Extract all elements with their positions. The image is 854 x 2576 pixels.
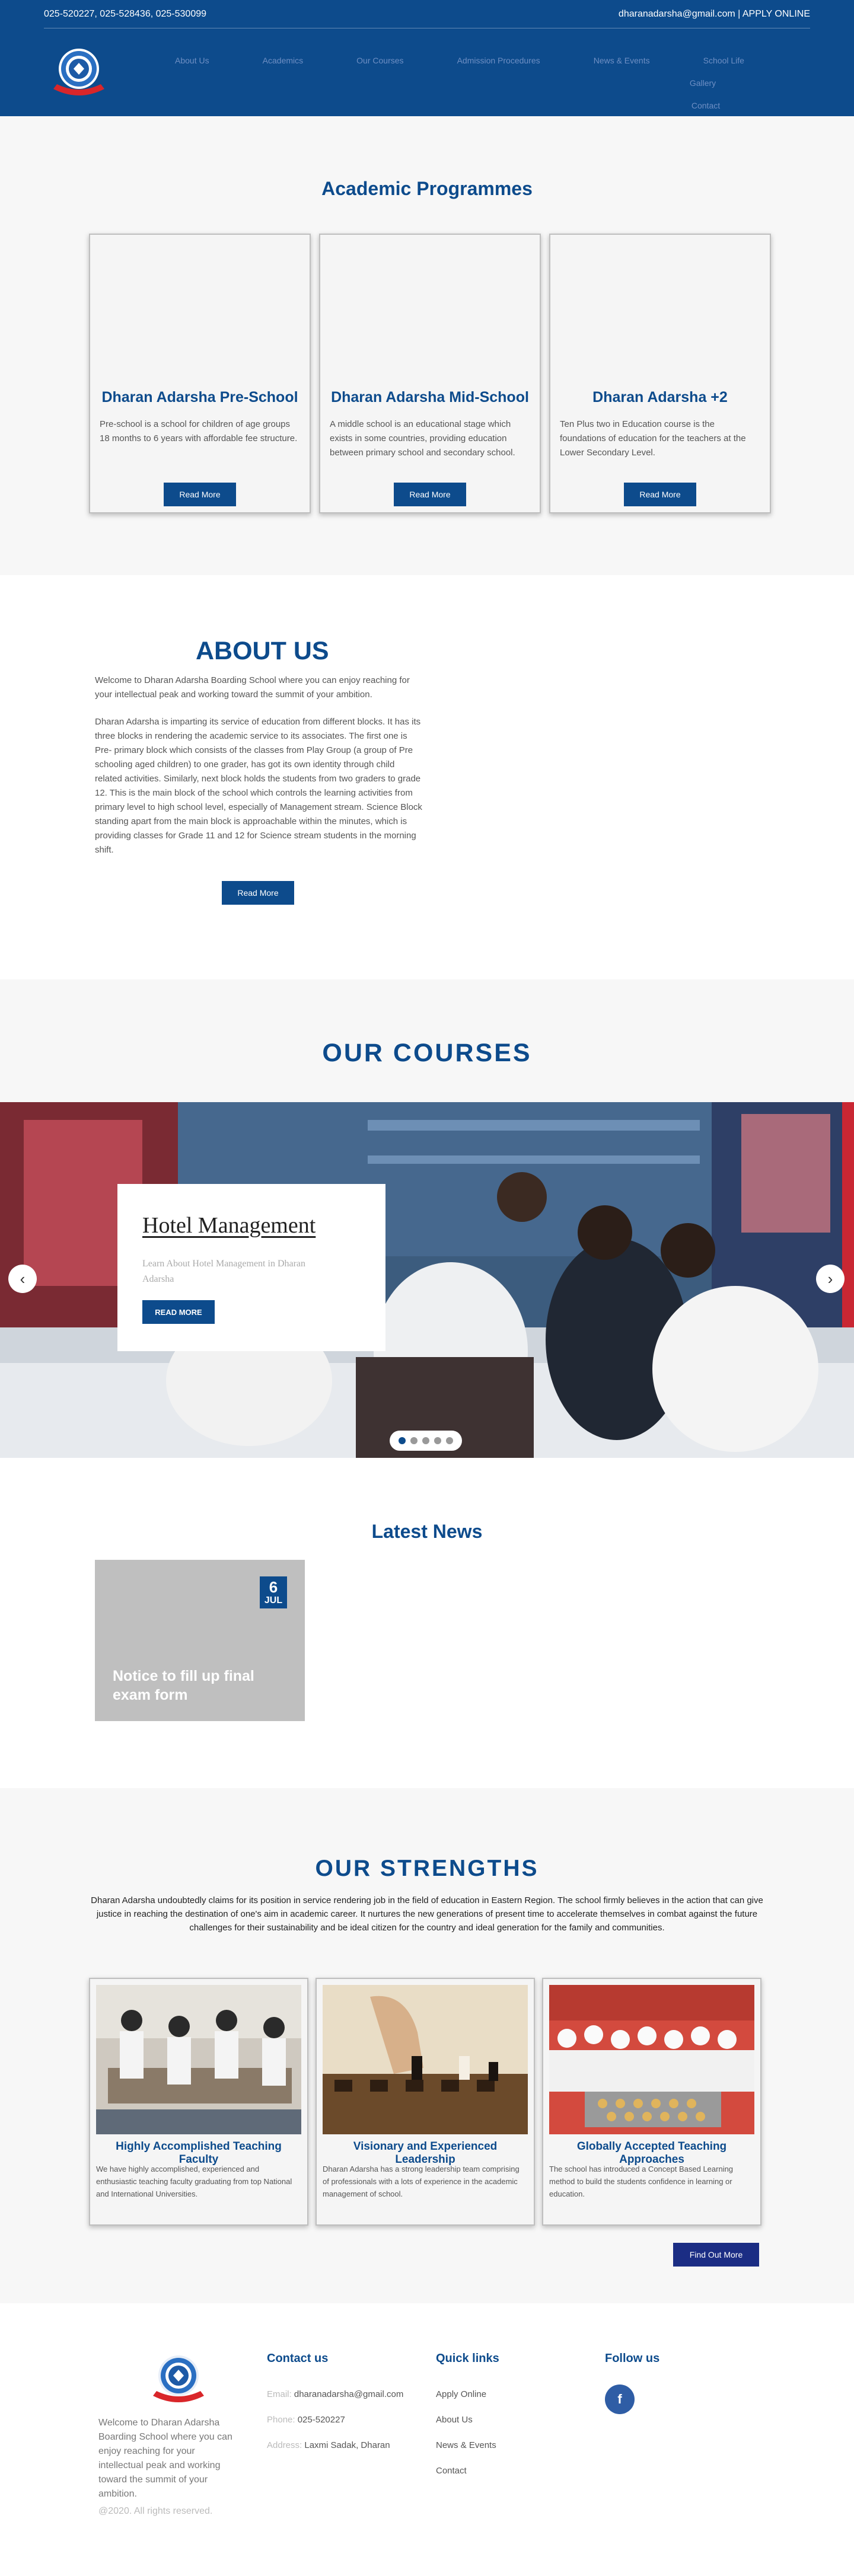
nav-contact[interactable]: Contact xyxy=(683,101,728,110)
school-logo[interactable] xyxy=(46,43,111,102)
strength-card-text: The school has introduced a Concept Base… xyxy=(549,2165,734,2198)
site-footer: Welcome to Dharan Adarsha Boarding Schoo… xyxy=(0,2303,854,2576)
programme-card-text: Ten Plus two in Education course is the … xyxy=(560,419,746,458)
address-label: Address: xyxy=(267,2440,302,2450)
about-body: Dharan Adarsha is imparting its service … xyxy=(95,717,422,855)
footer-about-text: Welcome to Dharan Adarsha Boarding Schoo… xyxy=(98,2418,232,2499)
news-day: 6 xyxy=(269,1578,278,1596)
courses-carousel: Hotel Management Learn About Hotel Manag… xyxy=(0,1102,854,1458)
programme-card-title: Dharan Adarsha Pre-School xyxy=(101,389,298,406)
carousel-dot[interactable] xyxy=(446,1437,453,1444)
about-read-more-button[interactable]: Read More xyxy=(222,881,294,905)
latest-news-title: Latest News xyxy=(371,1521,483,1542)
slide-caption-card: Hotel Management Learn About Hotel Manag… xyxy=(117,1184,385,1351)
main-nav: About Us Academics Our Courses Admission… xyxy=(148,56,771,110)
news-title: Notice to fill up final exam form xyxy=(113,1668,254,1703)
strength-card: Highly Accomplished Teaching Faculty We … xyxy=(89,1978,308,2226)
strength-card: Visionary and Experienced Leadership Dha… xyxy=(316,1978,535,2226)
read-more-button[interactable]: Read More xyxy=(624,483,696,506)
phone-numbers: 025-520227, 025-528436, 025-530099 xyxy=(44,8,207,19)
footer-quick-links-title: Quick links xyxy=(436,2352,499,2365)
read-more-button[interactable]: Read More xyxy=(164,483,236,506)
email-value[interactable]: dharanadarsha@gmail.com xyxy=(294,2389,404,2399)
site-header: 025-520227, 025-528436, 025-530099 dhara… xyxy=(0,0,854,116)
slide-read-more-button[interactable]: READ MORE xyxy=(142,1300,215,1324)
nav-gallery[interactable]: Gallery xyxy=(681,78,724,88)
strength-card-text: Dharan Adarsha has a strong leadership t… xyxy=(323,2165,520,2198)
strengths-intro: Dharan Adarsha undoubtedly claims for it… xyxy=(91,1895,763,1933)
carousel-dot[interactable] xyxy=(422,1437,429,1444)
footer-link-apply-online[interactable]: Apply Online xyxy=(436,2389,499,2399)
read-more-button[interactable]: Read More xyxy=(394,483,466,506)
programme-card-text: Pre-school is a school for children of a… xyxy=(100,419,298,443)
about-intro: Welcome to Dharan Adarsha Boarding Schoo… xyxy=(95,675,410,700)
programme-card: Dharan Adarsha Pre-School Pre-school is … xyxy=(89,234,311,513)
carousel-dot[interactable] xyxy=(399,1437,406,1444)
programme-card-title: Dharan Adarsha Mid-School xyxy=(331,389,529,406)
strengths-section: OUR STRENGTHS Dharan Adarsha undoubtedly… xyxy=(0,1788,854,2303)
phone-label: Phone: xyxy=(267,2415,295,2425)
programme-card-text: A middle school is an educational stage … xyxy=(330,419,515,458)
nav-our-courses[interactable]: Our Courses xyxy=(348,56,412,65)
nav-academics[interactable]: Academics xyxy=(254,56,311,65)
carousel-dot[interactable] xyxy=(434,1437,441,1444)
strength-cards: Highly Accomplished Teaching Faculty We … xyxy=(89,1978,761,2226)
footer-contact-column: Contact us Email: dharanadarsha@gmail.co… xyxy=(267,2352,403,2466)
footer-copyright: @2020. All rights reserved. xyxy=(98,2506,213,2516)
footer-contact-title: Contact us xyxy=(267,2352,329,2365)
nav-news-events[interactable]: News & Events xyxy=(585,56,658,65)
academic-programmes-section: Academic Programmes Dharan Adarsha Pre-S… xyxy=(0,116,854,575)
carousel-next-arrow-icon[interactable]: › xyxy=(816,1265,845,1293)
footer-logo[interactable] xyxy=(146,2350,211,2409)
programme-cards: Dharan Adarsha Pre-School Pre-school is … xyxy=(89,234,771,513)
about-title: ABOUT US xyxy=(196,637,329,665)
carousel-dots xyxy=(390,1431,462,1451)
academic-programmes-title: Academic Programmes xyxy=(321,178,533,199)
cooking-class-photo xyxy=(549,1985,754,2134)
footer-follow-title: Follow us xyxy=(605,2352,660,2365)
footer-email: Email: dharanadarsha@gmail.com xyxy=(267,2389,403,2399)
footer-link-news-events[interactable]: News & Events xyxy=(436,2440,499,2450)
strength-card: Globally Accepted Teaching Approaches Th… xyxy=(542,1978,761,2226)
courses-title: OUR COURSES xyxy=(322,1039,532,1067)
footer-phone: Phone: 025-520227 xyxy=(267,2415,403,2425)
slide-title: Hotel Management xyxy=(142,1213,316,1238)
address-value: Laxmi Sadak, Dharan xyxy=(304,2440,390,2450)
about-section: ABOUT US Welcome to Dharan Adarsha Board… xyxy=(0,575,854,979)
carousel-dot[interactable] xyxy=(410,1437,418,1444)
footer-link-contact[interactable]: Contact xyxy=(436,2466,499,2476)
footer-address: Address: Laxmi Sadak, Dharan xyxy=(267,2440,403,2450)
programme-card-title: Dharan Adarsha +2 xyxy=(592,389,728,406)
programme-card: Dharan Adarsha +2 Ten Plus two in Educat… xyxy=(549,234,771,513)
programme-card: Dharan Adarsha Mid-School A middle schoo… xyxy=(319,234,541,513)
news-card[interactable]: 6 JUL Notice to fill up final exam form xyxy=(95,1560,305,1721)
nav-about-us[interactable]: About Us xyxy=(167,56,218,65)
phone-value[interactable]: 025-520227 xyxy=(298,2415,345,2425)
classroom-photo xyxy=(96,1985,301,2134)
strength-card-text: We have highly accomplished, experienced… xyxy=(96,2165,292,2198)
footer-quick-links-column: Quick links Apply Online About Us News &… xyxy=(436,2352,499,2491)
find-out-more-button[interactable]: Find Out More xyxy=(673,2243,759,2267)
footer-follow-column: Follow us f xyxy=(605,2352,659,2414)
carousel-prev-arrow-icon[interactable]: ‹ xyxy=(8,1265,37,1293)
nav-admission-procedures[interactable]: Admission Procedures xyxy=(449,56,549,65)
slide-description: Learn About Hotel Management in Dharan A… xyxy=(142,1259,306,1284)
email-apply-link[interactable]: dharanadarsha@gmail.com | APPLY ONLINE xyxy=(619,9,810,20)
nav-school-life[interactable]: School Life xyxy=(695,56,753,65)
chess-photo xyxy=(323,1985,528,2134)
strengths-title: OUR STRENGTHS xyxy=(315,1856,539,1881)
news-date-badge: 6 JUL xyxy=(260,1576,287,1608)
news-month: JUL xyxy=(264,1595,283,1605)
top-bar: 025-520227, 025-528436, 025-530099 dhara… xyxy=(44,0,810,28)
courses-header-section: OUR COURSES xyxy=(0,979,854,1102)
latest-news-section: Latest News 6 JUL Notice to fill up fina… xyxy=(0,1458,854,1788)
email-label: Email: xyxy=(267,2389,292,2399)
facebook-icon[interactable]: f xyxy=(605,2385,635,2414)
footer-link-about-us[interactable]: About Us xyxy=(436,2415,499,2425)
